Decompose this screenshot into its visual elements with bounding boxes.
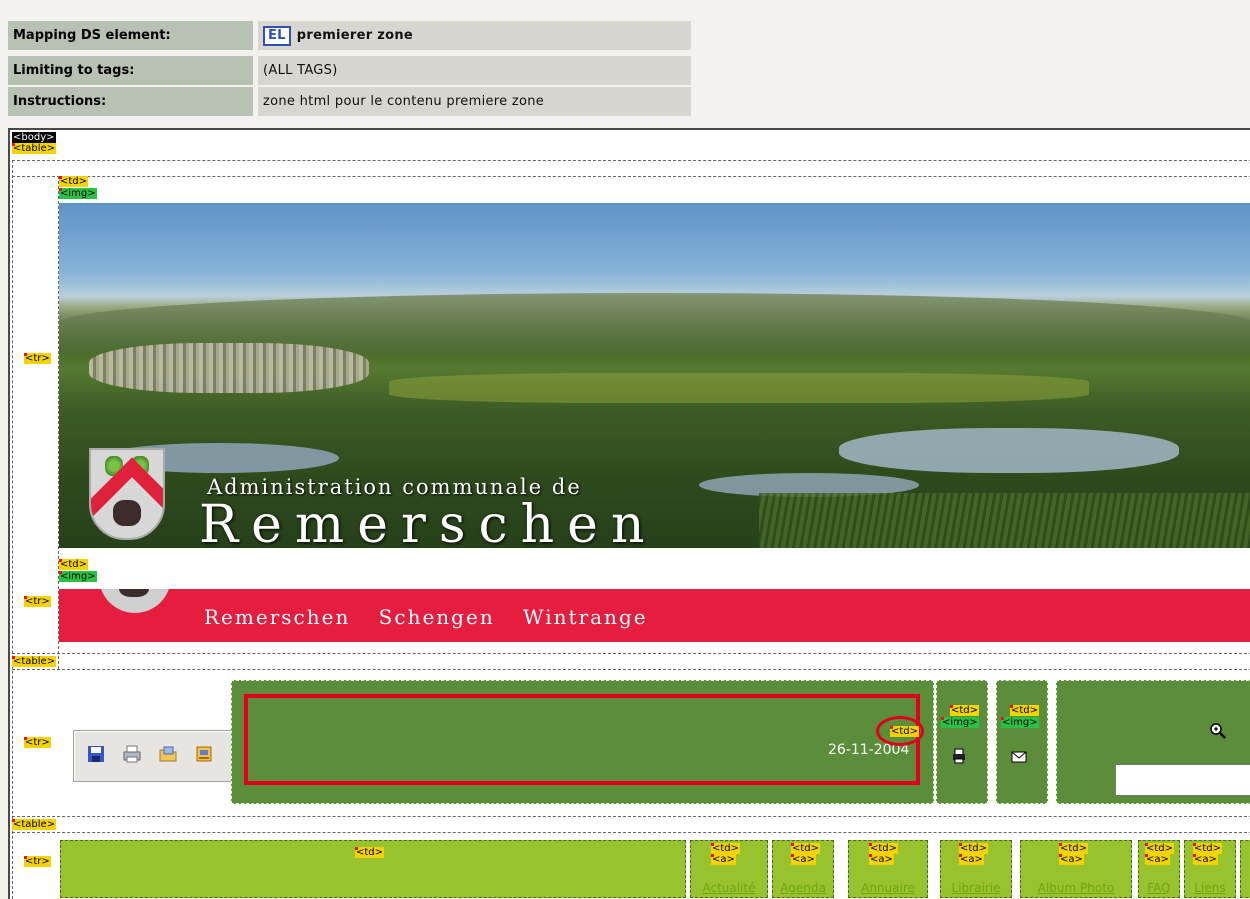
table-tag[interactable]: <table> xyxy=(12,819,57,830)
design-canvas[interactable]: <body> <table> <td> <img> <tr> Administr… xyxy=(8,128,1250,899)
tr2-outline-top xyxy=(12,669,1250,670)
mail-cell[interactable] xyxy=(996,680,1048,804)
body-tag[interactable]: <body> xyxy=(12,132,56,143)
table-tag[interactable]: <table> xyxy=(12,656,57,667)
tr3-outline-top xyxy=(12,832,1250,833)
nav-item-album-photo[interactable]: <td> <a> Album Photo xyxy=(1020,840,1132,898)
print-icon[interactable] xyxy=(122,744,142,764)
table-tag[interactable]: <table> xyxy=(12,143,57,154)
nav-item-liens[interactable]: <td> <a> Liens xyxy=(1184,840,1236,898)
banner-village xyxy=(89,343,369,393)
img-tag[interactable]: <img> xyxy=(59,188,97,199)
table3-outline-top xyxy=(12,816,1250,817)
img-tag[interactable]: <img> xyxy=(59,571,97,582)
a-tag[interactable]: <a> xyxy=(1145,854,1170,865)
nav-item-more[interactable] xyxy=(1240,840,1250,898)
limit-tags-key: Limiting to tags: xyxy=(8,56,253,85)
coat-of-arms-icon xyxy=(89,448,165,540)
tr-tag[interactable]: <tr> xyxy=(24,856,51,867)
td-tag[interactable]: <td> xyxy=(711,843,741,854)
villages-text: Remerschen Schengen Wintrange xyxy=(204,605,648,629)
instructions-key: Instructions: xyxy=(8,87,253,116)
banner-image[interactable]: Administration communale de Remerschen xyxy=(59,203,1250,548)
mapping-value[interactable]: EL premierer zone xyxy=(258,21,691,50)
nav-link-annuaire[interactable]: Annuaire xyxy=(849,881,927,895)
a-tag[interactable]: <a> xyxy=(869,854,894,865)
a-tag[interactable]: <a> xyxy=(1059,854,1084,865)
td-tag[interactable]: <td> xyxy=(791,843,821,854)
nav-link-agenda[interactable]: Agenda xyxy=(773,881,833,895)
banner-town-name: Remerschen xyxy=(199,495,658,548)
td-tag[interactable]: <td> xyxy=(950,705,980,716)
tr-tag[interactable]: <tr> xyxy=(24,737,51,748)
table2-outline-top xyxy=(12,653,1250,654)
td-tag[interactable]: <td> xyxy=(59,559,89,570)
villages-banner[interactable]: Remerschen Schengen Wintrange xyxy=(59,589,1250,642)
element-type-badge: EL xyxy=(263,25,291,46)
td-tag[interactable]: <td> xyxy=(1145,843,1175,854)
td-tag[interactable]: <td> xyxy=(959,843,989,854)
nav-item-librairie[interactable]: <td> <a> Librairie xyxy=(940,840,1012,898)
coat-of-arms-icon xyxy=(99,589,171,613)
search-input[interactable] xyxy=(1115,764,1250,796)
mail-icon[interactable] xyxy=(1011,751,1027,763)
print-cell[interactable] xyxy=(936,680,988,804)
td-tag[interactable]: <td> xyxy=(1059,843,1089,854)
nav-link-liens[interactable]: Liens xyxy=(1185,881,1235,895)
printer-icon[interactable] xyxy=(951,748,967,764)
save-icon[interactable] xyxy=(86,744,106,764)
td-tag-selected[interactable]: <td> xyxy=(890,726,920,737)
selected-zone-highlight xyxy=(244,694,920,785)
td-tag[interactable]: <td> xyxy=(59,176,89,187)
nav-link-faq[interactable]: FAQ xyxy=(1139,881,1179,895)
nav-item-annuaire[interactable]: <td> <a> Annuaire xyxy=(848,840,928,898)
nav-item-actualite[interactable]: <td> <a> Actualité xyxy=(690,840,768,898)
open-folder-icon[interactable] xyxy=(158,744,178,764)
zoom-icon[interactable] xyxy=(1210,723,1226,739)
img-tag[interactable]: <img> xyxy=(1001,717,1039,728)
td-tag[interactable]: <td> xyxy=(869,843,899,854)
tr-tag[interactable]: <tr> xyxy=(24,596,51,607)
td-tag[interactable]: <td> xyxy=(1010,705,1040,716)
nav-item-agenda[interactable]: <td> <a> Agenda xyxy=(772,840,834,898)
a-tag[interactable]: <a> xyxy=(1193,854,1218,865)
tr-tag[interactable]: <tr> xyxy=(24,353,51,364)
instructions-value[interactable]: zone html pour le contenu premiere zone xyxy=(258,87,691,116)
nav-item-faq[interactable]: <td> <a> FAQ xyxy=(1138,840,1180,898)
mapping-key: Mapping DS element: xyxy=(8,21,253,50)
td-tag[interactable]: <td> xyxy=(355,847,385,858)
td-tag[interactable]: <td> xyxy=(1193,843,1223,854)
limit-tags-value[interactable]: (ALL TAGS) xyxy=(258,56,691,85)
a-tag[interactable]: <a> xyxy=(711,854,736,865)
banner-vineyard xyxy=(759,493,1250,548)
nav-link-album-photo[interactable]: Album Photo xyxy=(1021,881,1131,895)
tr-outline-top xyxy=(12,176,1250,177)
table-outline-top xyxy=(12,160,1250,161)
nav-link-actualite[interactable]: Actualité xyxy=(691,881,767,895)
banner-lake xyxy=(839,428,1179,473)
toolbar-icons xyxy=(73,730,240,782)
export-icon[interactable] xyxy=(194,744,214,764)
table-outline-left xyxy=(12,160,13,899)
img-tag[interactable]: <img> xyxy=(941,717,979,728)
element-name: premierer zone xyxy=(296,28,414,43)
a-tag[interactable]: <a> xyxy=(959,854,984,865)
banner-field xyxy=(389,373,1089,403)
a-tag[interactable]: <a> xyxy=(791,854,816,865)
nav-link-librairie[interactable]: Librairie xyxy=(941,881,1011,895)
